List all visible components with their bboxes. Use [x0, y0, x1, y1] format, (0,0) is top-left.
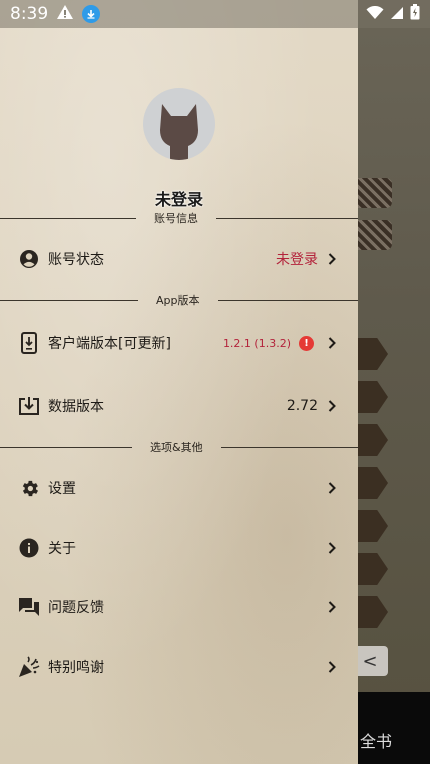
status-time: 8:39 — [10, 4, 49, 24]
chevron-right-icon — [326, 600, 338, 614]
download-icon — [82, 5, 101, 23]
about-row[interactable]: 关于 — [0, 523, 358, 573]
info-icon — [18, 537, 40, 559]
phone-download-icon — [18, 332, 40, 354]
data-version-row[interactable]: 数据版本 2.72 — [0, 381, 358, 431]
battery-icon — [410, 4, 420, 24]
signal-icon — [390, 5, 404, 24]
about-label: 关于 — [48, 541, 76, 557]
section-title: 选项&其他 — [150, 441, 203, 454]
download-box-icon — [18, 395, 40, 417]
party-popper-icon — [18, 656, 40, 678]
wifi-icon — [366, 5, 384, 24]
section-app-version-header: App版本 — [0, 293, 358, 307]
settings-row[interactable]: 设置 — [0, 463, 358, 513]
thanks-row[interactable]: 特别鸣谢 — [0, 642, 358, 692]
background-bottom-text[interactable]: 全书 — [360, 728, 392, 752]
thanks-label: 特别鸣谢 — [48, 660, 104, 676]
avatar[interactable] — [143, 88, 215, 160]
chevron-right-icon — [326, 481, 338, 495]
client-version-label: 客户端版本[可更新] — [48, 336, 171, 352]
warning-icon — [56, 4, 74, 25]
update-alert-icon: ! — [299, 335, 314, 351]
status-bar: 8:39 — [0, 0, 430, 28]
account-status-label: 账号状态 — [48, 252, 104, 268]
data-version-label: 数据版本 — [48, 399, 104, 415]
section-account-header: 账号信息 — [0, 211, 358, 225]
chevron-right-icon — [326, 252, 338, 266]
gear-icon — [18, 477, 40, 499]
section-title: 账号信息 — [154, 212, 198, 225]
feedback-label: 问题反馈 — [48, 600, 104, 616]
chevron-right-icon — [326, 660, 338, 674]
account-circle-icon — [18, 248, 40, 270]
chevron-right-icon — [326, 399, 338, 413]
cat-avatar-icon — [160, 104, 198, 160]
username[interactable]: 未登录 — [0, 186, 358, 210]
client-version-row[interactable]: 客户端版本[可更新] 1.2.1 (1.3.2) ! — [0, 318, 358, 368]
section-title: App版本 — [156, 294, 200, 307]
feedback-row[interactable]: 问题反馈 — [0, 582, 358, 632]
chat-bubbles-icon — [18, 596, 40, 618]
chevron-right-icon — [326, 336, 338, 350]
navigation-drawer: 未登录 账号信息 账号状态 未登录 App版本 客户端版本[可更新] 1.2.1… — [0, 0, 358, 764]
settings-label: 设置 — [48, 481, 76, 497]
section-other-header: 选项&其他 — [0, 440, 358, 454]
account-status-value: 未登录 — [276, 252, 318, 268]
account-status-row[interactable]: 账号状态 未登录 — [0, 234, 358, 284]
back-glyph: < — [362, 650, 378, 672]
background-ornament — [352, 178, 392, 208]
chevron-right-icon — [326, 541, 338, 555]
data-version-value: 2.72 — [286, 398, 318, 414]
client-version-value: 1.2.1 (1.3.2) — [222, 336, 291, 350]
background-ornament — [352, 220, 392, 250]
